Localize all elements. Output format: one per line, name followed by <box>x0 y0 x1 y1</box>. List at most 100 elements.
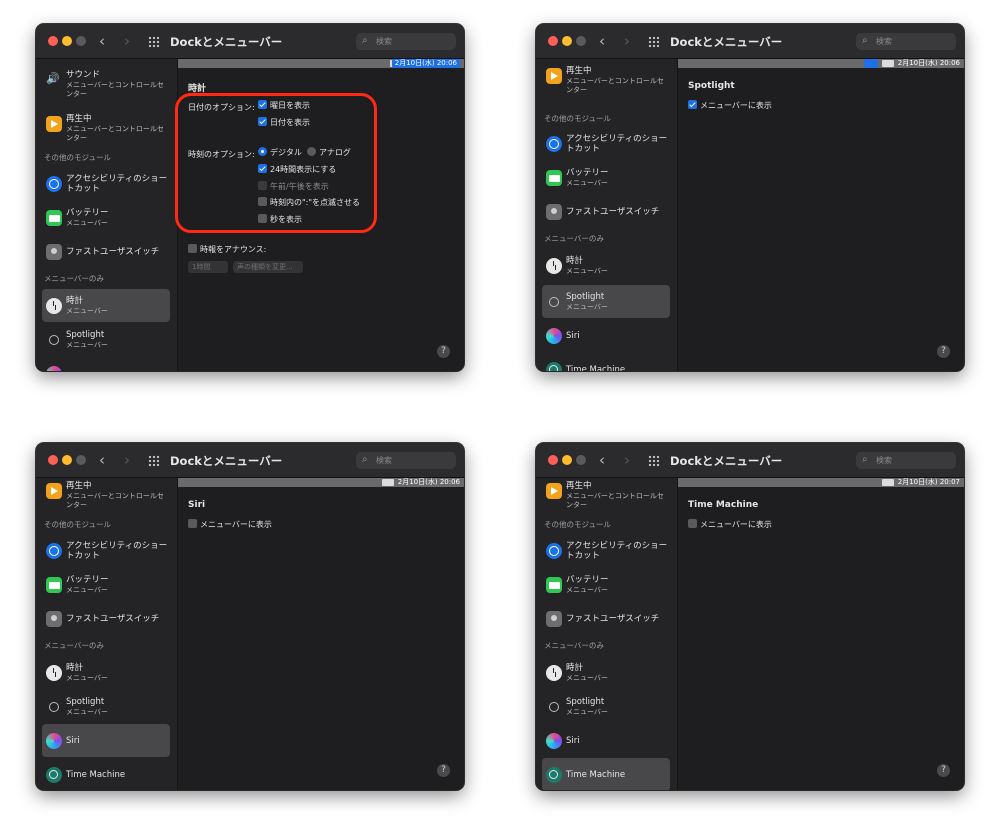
sidebar-item-clock[interactable]: 時計 メニューバー <box>542 656 670 689</box>
search-icon: ⌕ <box>362 35 368 46</box>
sidebar-item-title: アクセシビリティのショートカット <box>566 541 668 561</box>
sidebar-item-clock[interactable]: 時計 メニューバー <box>42 289 170 322</box>
minimize-button[interactable] <box>62 36 72 46</box>
show-all-grid-icon[interactable] <box>148 36 160 48</box>
sidebar: 再生中 メニューバーとコントロールセンター その他のモジュール アクセシビリティ… <box>36 478 178 790</box>
help-button[interactable]: ? <box>437 764 450 777</box>
section-header-menubar-only: メニューバーのみ <box>44 641 104 650</box>
sidebar-item-subtitle: メニューバー <box>566 586 608 594</box>
sidebar-item-now-playing[interactable]: 再生中 メニューバーとコントロールセンター <box>542 59 670 94</box>
sidebar-item-battery[interactable]: バッテリー メニューバー <box>542 161 670 194</box>
zoom-button[interactable] <box>576 455 586 465</box>
help-button[interactable]: ? <box>937 345 950 358</box>
sidebar-item-subtitle: メニューバーとコントロールセンター <box>66 81 164 98</box>
sidebar-item-siri[interactable] <box>42 357 170 371</box>
sidebar-item-accessibility[interactable]: アクセシビリティのショートカット <box>542 127 670 160</box>
back-icon[interactable]: ‹ <box>99 451 105 469</box>
clock-icon <box>46 298 62 314</box>
sidebar-item-fast-user-switch[interactable]: ファストユーザスイッチ <box>42 235 170 268</box>
help-button[interactable]: ? <box>937 764 950 777</box>
sidebar-item-spotlight[interactable]: Spotlight メニューバー <box>542 690 670 723</box>
search-field[interactable]: ⌕ 検索 <box>356 452 456 469</box>
zoom-button[interactable] <box>76 36 86 46</box>
minimize-button[interactable] <box>562 36 572 46</box>
sidebar-item-title: バッテリー <box>566 575 609 585</box>
help-button[interactable]: ? <box>437 345 450 358</box>
sidebar-item-fast-user-switch[interactable]: ファストユーザスイッチ <box>542 195 670 228</box>
announce-interval-popup[interactable]: 1時間 <box>188 261 228 273</box>
show-all-grid-icon[interactable] <box>148 455 160 467</box>
show-in-menubar-checkbox[interactable]: メニューバーに表示 <box>188 519 272 531</box>
sidebar-item-battery[interactable]: バッテリー メニューバー <box>42 201 170 234</box>
sidebar-item-accessibility[interactable]: アクセシビリティのショートカット <box>542 534 670 567</box>
back-icon[interactable]: ‹ <box>599 451 605 469</box>
minimize-button[interactable] <box>62 455 72 465</box>
sidebar-item-siri[interactable]: Siri <box>542 319 670 352</box>
sidebar-item-siri[interactable]: Siri <box>542 724 670 757</box>
sidebar-item-title: Spotlight <box>66 330 105 340</box>
sidebar-item-now-playing[interactable]: 再生中 メニューバーとコントロールセンター <box>42 474 170 509</box>
battery-icon <box>46 210 62 226</box>
sidebar-item-battery[interactable]: バッテリー メニューバー <box>42 568 170 601</box>
title-bar: ‹ › Dockとメニューバー ⌕ 検索 <box>36 443 464 478</box>
user-icon <box>46 244 62 260</box>
sidebar-item-subtitle: メニューバー <box>66 307 108 315</box>
zoom-button[interactable] <box>76 455 86 465</box>
search-field[interactable]: ⌕ 検索 <box>856 33 956 50</box>
sidebar-item-spotlight[interactable]: Spotlight メニューバー <box>42 690 170 723</box>
sidebar-item-time-machine[interactable]: Time Machine <box>542 758 670 790</box>
close-button[interactable] <box>548 455 558 465</box>
sidebar-item-fast-user-switch[interactable]: ファストユーザスイッチ <box>42 602 170 635</box>
search-field[interactable]: ⌕ 検索 <box>356 33 456 50</box>
checkbox-icon <box>188 244 197 253</box>
close-button[interactable] <box>48 36 58 46</box>
show-in-menubar-checkbox[interactable]: メニューバーに表示 <box>688 519 772 531</box>
sidebar-item-subtitle: メニューバー <box>66 219 108 227</box>
sidebar-item-accessibility[interactable]: アクセシビリティのショートカット <box>42 167 170 200</box>
forward-icon[interactable]: › <box>624 451 630 469</box>
show-in-menubar-checkbox[interactable]: メニューバーに表示 <box>688 100 772 112</box>
sidebar-item-fast-user-switch[interactable]: ファストユーザスイッチ <box>542 602 670 635</box>
close-button[interactable] <box>548 36 558 46</box>
section-header-other: その他のモジュール <box>544 520 611 529</box>
sidebar-item-now-playing[interactable]: 再生中 メニューバーとコントロールセンター <box>542 474 670 509</box>
siri-icon <box>46 733 62 749</box>
show-all-grid-icon[interactable] <box>648 455 660 467</box>
sidebar-item-battery[interactable]: バッテリー メニューバー <box>542 568 670 601</box>
sidebar-item-sound[interactable]: サウンド メニューバーとコントロールセンター <box>42 63 170 98</box>
sidebar-item-title: アクセシビリティのショートカット <box>66 174 168 194</box>
announce-time-checkbox[interactable]: 時報をアナウンス: <box>188 244 266 256</box>
sidebar-item-spotlight[interactable]: Spotlight メニューバー <box>42 323 170 356</box>
sidebar-item-siri[interactable]: Siri <box>42 724 170 757</box>
minimize-button[interactable] <box>562 455 572 465</box>
search-field[interactable]: ⌕ 検索 <box>856 452 956 469</box>
window-title: Dockとメニューバー <box>670 454 783 468</box>
accessibility-icon <box>546 543 562 559</box>
sidebar-item-spotlight[interactable]: Spotlight メニューバー <box>542 285 670 318</box>
forward-icon[interactable]: › <box>124 451 130 469</box>
zoom-button[interactable] <box>576 36 586 46</box>
sidebar-item-title: アクセシビリティのショートカット <box>66 541 168 561</box>
sidebar-item-clock[interactable]: 時計 メニューバー <box>42 656 170 689</box>
spotlight-icon <box>46 699 62 715</box>
sidebar-item-now-playing[interactable]: 再生中 メニューバーとコントロールセンター <box>42 107 170 142</box>
checkbox-icon <box>188 519 197 528</box>
close-button[interactable] <box>48 455 58 465</box>
sidebar: 再生中 メニューバーとコントロールセンター その他のモジュール アクセシビリティ… <box>536 59 678 371</box>
show-all-grid-icon[interactable] <box>648 36 660 48</box>
back-icon[interactable]: ‹ <box>99 32 105 50</box>
sidebar-item-time-machine[interactable]: Time Machine <box>42 758 170 790</box>
change-voice-button[interactable]: 声の種類を変更... <box>233 261 303 273</box>
window-title: Dockとメニューバー <box>170 35 283 49</box>
forward-icon[interactable]: › <box>624 32 630 50</box>
sidebar-item-title: ファストユーザスイッチ <box>66 247 160 257</box>
sidebar-item-accessibility[interactable]: アクセシビリティのショートカット <box>42 534 170 567</box>
section-header-other: その他のモジュール <box>44 153 111 162</box>
sidebar-item-title: バッテリー <box>66 575 109 585</box>
sidebar-item-title: 時計 <box>566 256 584 266</box>
back-icon[interactable]: ‹ <box>599 32 605 50</box>
forward-icon[interactable]: › <box>124 32 130 50</box>
sidebar-item-title: ファストユーザスイッチ <box>66 614 160 624</box>
sidebar-item-clock[interactable]: 時計 メニューバー <box>542 249 670 282</box>
sidebar-item-time-machine[interactable]: Time Machine <box>542 353 670 371</box>
